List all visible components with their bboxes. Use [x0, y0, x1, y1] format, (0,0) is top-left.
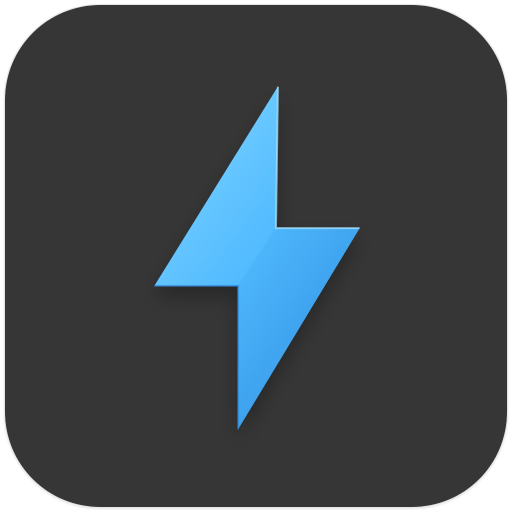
lightning-bolt-icon-wrap [5, 5, 507, 507]
app-icon[interactable] [4, 4, 508, 508]
lightning-bolt-icon [154, 86, 360, 430]
lightning-bolt-shape [154, 86, 360, 430]
app-icon-canvas [0, 0, 512, 512]
